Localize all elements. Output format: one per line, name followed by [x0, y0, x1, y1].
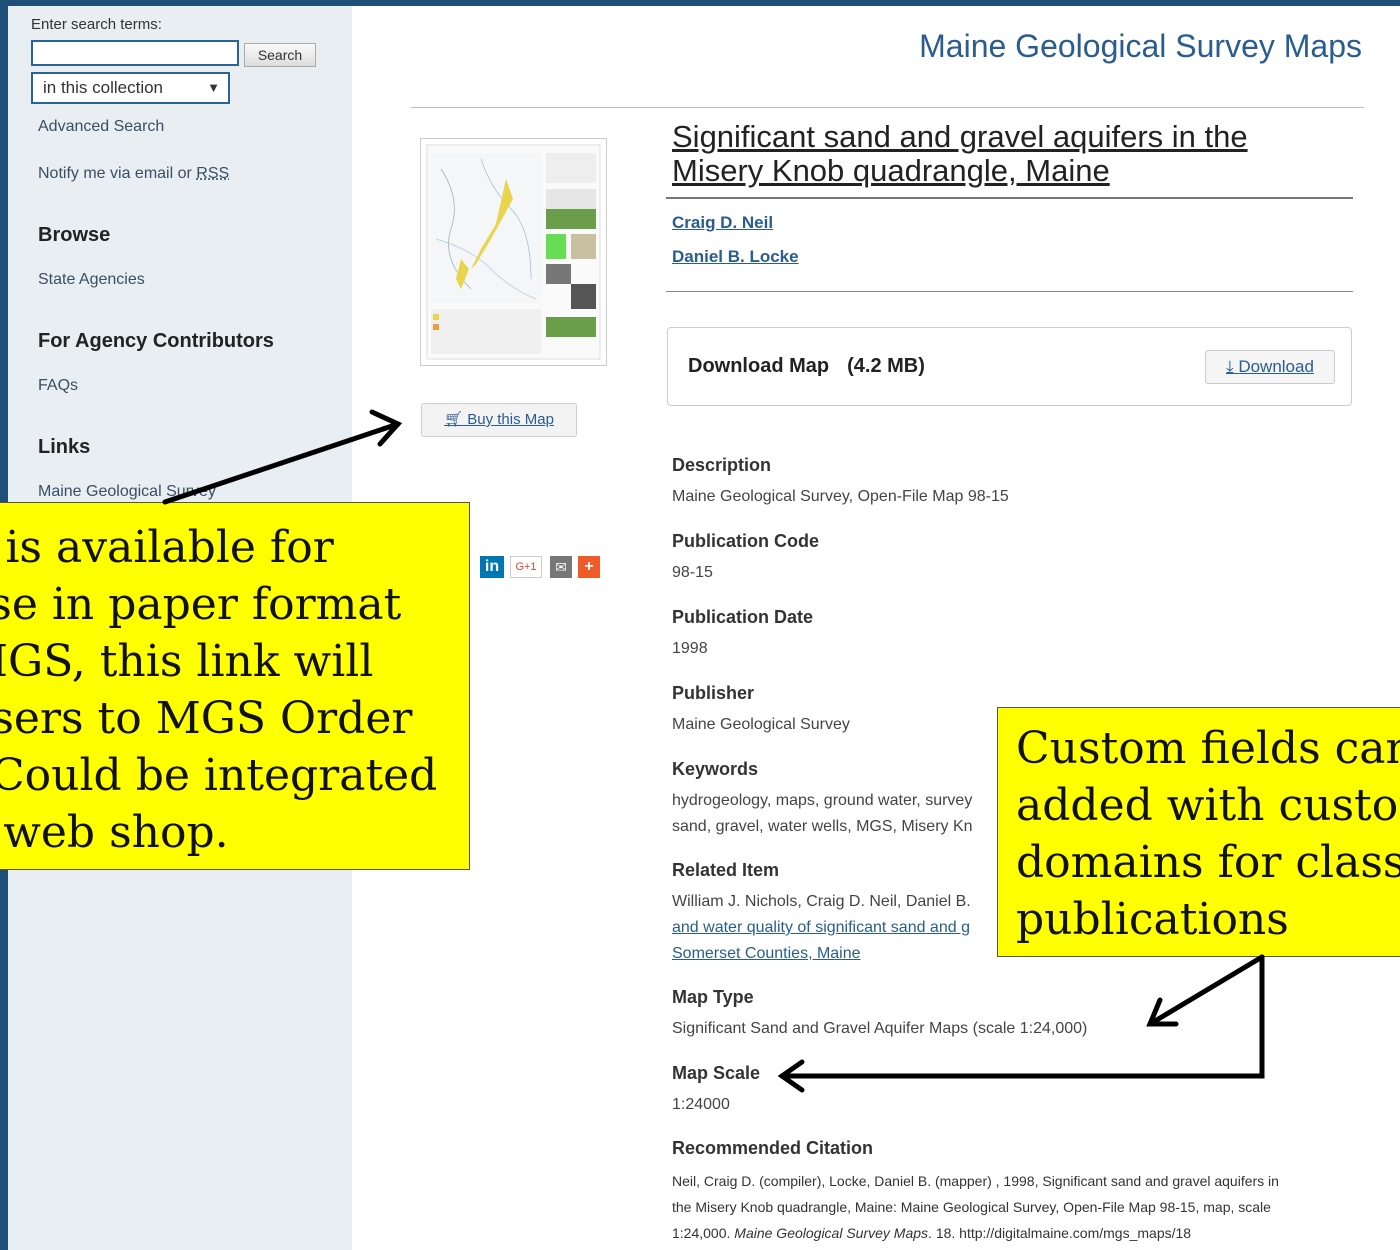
download-file-size: (4.2 MB) — [847, 355, 925, 377]
publication-date-label: Publication Date — [672, 607, 814, 627]
publication-title[interactable]: Significant sand and gravel aquifers in … — [672, 120, 1332, 188]
map-type-label: Map Type — [672, 987, 754, 1007]
keywords-label: Keywords — [672, 759, 759, 779]
download-icon: ⤓ — [1226, 357, 1234, 376]
download-map-label: Download Map (4.2 MB) — [688, 355, 925, 378]
callout-line: a web shop. — [0, 807, 229, 858]
mgs-link[interactable]: Maine Geological Survey — [38, 483, 216, 501]
description-value: Maine Geological Survey, Open-File Map 9… — [672, 488, 1009, 505]
publisher-label: Publisher — [672, 683, 755, 703]
header-divider — [411, 107, 1364, 108]
citation-label: Recommended Citation — [672, 1138, 874, 1158]
publication-code-value: 98-15 — [672, 564, 713, 581]
contributors-heading: For Agency Contributors — [38, 330, 274, 352]
author-link[interactable]: Craig D. Neil — [672, 213, 773, 233]
links-heading: Links — [38, 436, 91, 458]
download-button[interactable]: ⤓ Download — [1205, 350, 1335, 384]
cart-icon: 🛒︎ — [444, 411, 464, 428]
description-label: Description — [672, 455, 772, 475]
buy-map-callout: n is available for ase in paper format M… — [0, 502, 470, 870]
citation-line: the Misery Knob quadrangle, Maine: Maine… — [672, 1199, 1271, 1215]
notify-link[interactable]: Notify me via email or RSS — [38, 165, 229, 183]
callout-text: n is available for ase in paper format M… — [0, 519, 463, 861]
map-thumbnail[interactable] — [420, 138, 607, 366]
custom-fields-callout: Custom fields can b added with custom do… — [997, 707, 1400, 957]
keywords-value: sand, gravel, water wells, MGS, Misery K… — [672, 818, 973, 835]
publisher-value: Maine Geological Survey — [672, 716, 850, 733]
callout-line: domains for classif — [1016, 837, 1400, 888]
collection-title[interactable]: Maine Geological Survey Maps — [919, 28, 1362, 65]
callout-text: Custom fields can b added with custom do… — [1016, 720, 1400, 948]
download-panel: Download Map (4.2 MB) ⤓ Download — [667, 327, 1352, 406]
arrow-to-map-type — [1147, 954, 1265, 1027]
related-item-authors: William J. Nichols, Craig D. Neil, Danie… — [672, 893, 971, 910]
map-scale-value: 1:24000 — [672, 1096, 730, 1113]
callout-line: . Could be integrated — [0, 750, 438, 801]
arrow-head-icon — [369, 409, 403, 447]
search-scope-select[interactable]: in this collection ▼ — [31, 72, 230, 104]
keywords-value: hydrogeology, maps, ground water, survey — [672, 792, 973, 809]
dropdown-arrow-icon: ▼ — [207, 80, 220, 95]
linkedin-icon[interactable]: in — [480, 556, 504, 578]
advanced-search-link[interactable]: Advanced Search — [38, 118, 164, 136]
map-type-value: Significant Sand and Gravel Aquifer Maps… — [672, 1020, 1088, 1037]
citation-suffix: . 18. http://digitalmaine.com/mgs_maps/1… — [928, 1225, 1192, 1241]
publication-title-line2: Misery Knob quadrangle, Maine — [672, 153, 1110, 188]
callout-line: MGS, this link will — [0, 636, 374, 687]
callout-line: users to MGS Order — [0, 693, 413, 744]
map-thumbnail-image — [426, 144, 601, 360]
browse-heading: Browse — [38, 224, 111, 246]
callout-line: publications — [1016, 894, 1289, 945]
authors-divider — [666, 291, 1353, 292]
citation-text: Neil, Craig D. (compiler), Locke, Daniel… — [672, 1168, 1362, 1246]
search-scope-value: in this collection — [43, 78, 164, 97]
related-item-link[interactable]: and water quality of significant sand an… — [672, 919, 970, 937]
rss-link[interactable]: RSS — [196, 165, 229, 182]
google-plus-icon[interactable]: G+1 — [510, 556, 542, 578]
citation-series: Maine Geological Survey Maps — [734, 1225, 929, 1241]
citation-prefix: 1:24,000. — [672, 1225, 735, 1241]
arrow-to-map-scale — [779, 954, 1265, 1079]
search-button[interactable]: Search — [244, 43, 316, 67]
title-divider — [666, 197, 1353, 199]
callout-line: ase in paper format — [0, 579, 402, 630]
arrow-head-icon — [1146, 997, 1179, 1027]
state-agencies-link[interactable]: State Agencies — [38, 271, 145, 289]
callout-line: added with custom — [1016, 780, 1400, 831]
related-item-label: Related Item — [672, 860, 780, 880]
add-share-icon[interactable]: + — [578, 556, 600, 578]
map-scale-label: Map Scale — [672, 1063, 761, 1083]
email-icon[interactable]: ✉ — [550, 556, 572, 578]
buy-map-button[interactable]: 🛒︎ Buy this Map — [421, 403, 577, 437]
download-map-title: Download Map — [688, 355, 830, 377]
search-label: Enter search terms: — [31, 16, 162, 33]
notify-text: Notify me via email or — [38, 165, 197, 182]
publication-title-line1: Significant sand and gravel aquifers in … — [672, 119, 1248, 154]
faqs-link[interactable]: FAQs — [38, 377, 78, 395]
callout-line: Custom fields can b — [1016, 723, 1400, 774]
buy-map-label: Buy this Map — [467, 411, 554, 428]
related-item-link[interactable]: Somerset Counties, Maine — [672, 945, 861, 963]
citation-line: Neil, Craig D. (compiler), Locke, Daniel… — [672, 1173, 1279, 1189]
search-input[interactable] — [31, 40, 239, 66]
arrow-head-icon — [777, 1059, 805, 1093]
publication-date-value: 1998 — [672, 640, 708, 657]
author-link[interactable]: Daniel B. Locke — [672, 247, 799, 267]
publication-code-label: Publication Code — [672, 531, 820, 551]
citation-line: 1:24,000. Maine Geological Survey Maps. … — [672, 1220, 1362, 1246]
download-button-label: Download — [1238, 357, 1314, 376]
callout-line: n is available for — [0, 522, 334, 573]
